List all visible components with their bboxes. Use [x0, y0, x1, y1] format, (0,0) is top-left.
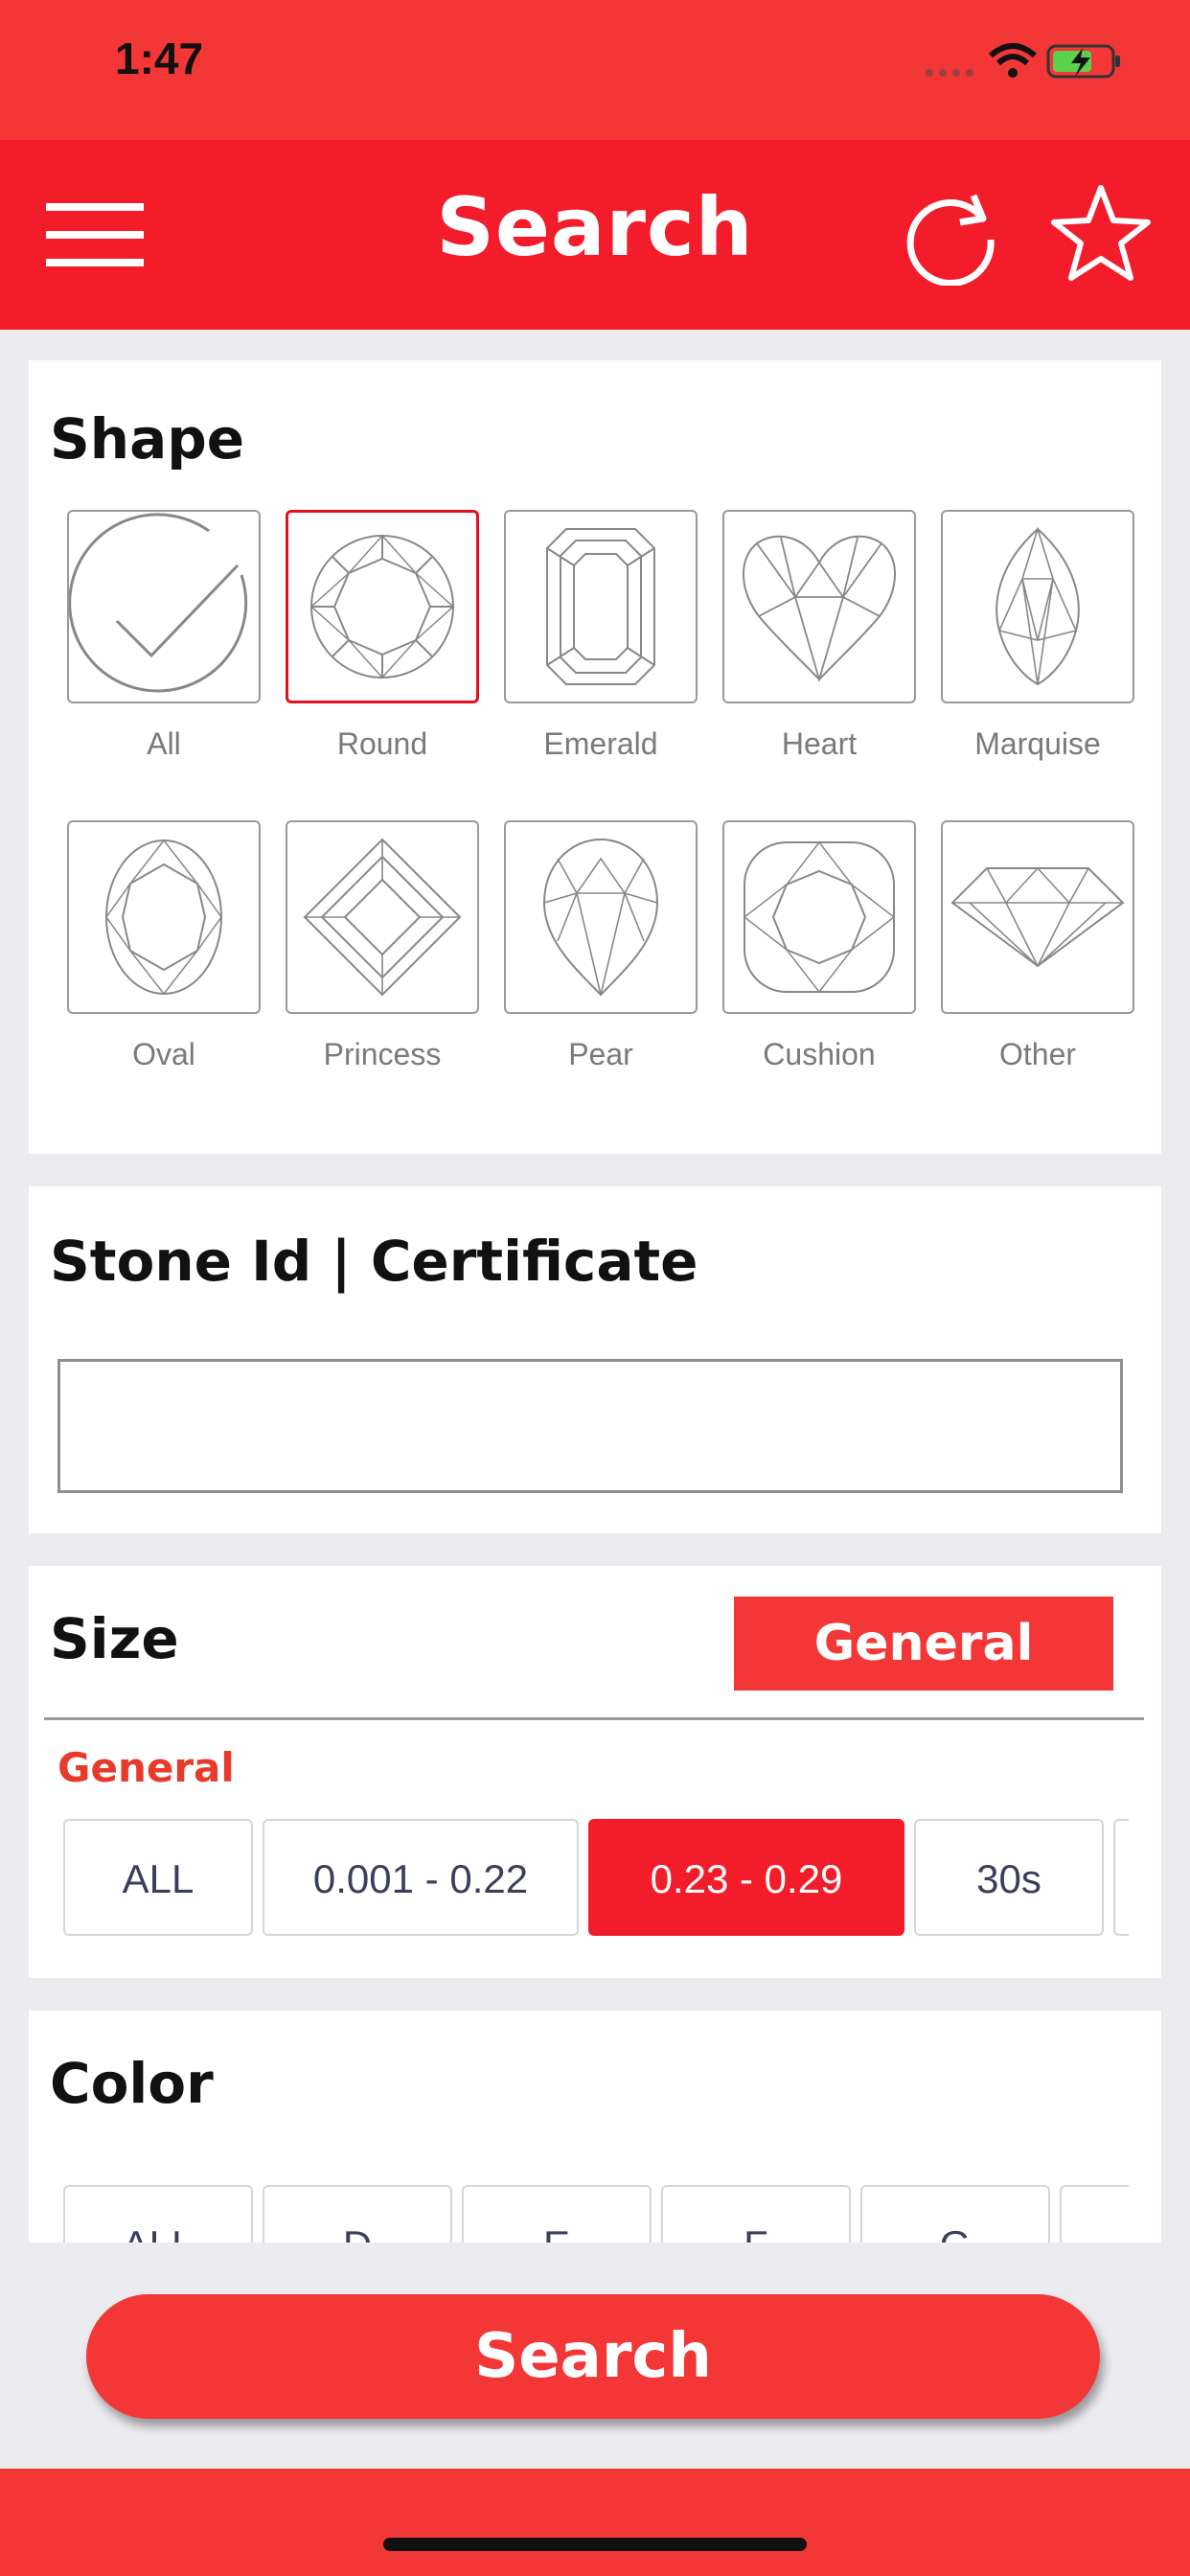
- status-icons: [926, 43, 1120, 79]
- stone-id-title: Stone Id | Certificate: [50, 1229, 698, 1294]
- wifi-icon: [989, 43, 1037, 78]
- shape-heart[interactable]: Heart: [722, 510, 916, 761]
- shape-oval[interactable]: Oval: [67, 820, 261, 1071]
- shape-pear[interactable]: Pear: [504, 820, 698, 1071]
- shape-label: Round: [336, 726, 428, 761]
- shape-emerald[interactable]: Emerald: [504, 510, 698, 761]
- shape-label: Emerald: [543, 726, 658, 761]
- other-diamond-icon: [950, 866, 1125, 968]
- size-chip-023-029[interactable]: 0.23 - 0.29: [588, 1819, 904, 1936]
- heart-diamond-icon: [743, 535, 896, 683]
- bottom-bar: [0, 2469, 1190, 2576]
- shape-box[interactable]: [67, 510, 261, 703]
- battery-charging-icon: [1046, 44, 1120, 79]
- refresh-icon[interactable]: [904, 186, 1000, 286]
- status-time: 1:47: [115, 34, 204, 83]
- shape-box[interactable]: [722, 820, 916, 1014]
- shape-label: Oval: [132, 1037, 195, 1071]
- shape-cushion[interactable]: Cushion: [722, 820, 916, 1071]
- shape-box[interactable]: [722, 510, 916, 703]
- oval-diamond-icon: [105, 839, 222, 996]
- nav-bar: Search: [0, 140, 1190, 330]
- shape-box[interactable]: [67, 820, 261, 1014]
- shape-box[interactable]: [286, 820, 479, 1014]
- status-bar: 1:47: [0, 0, 1190, 140]
- shape-label: Princess: [323, 1037, 442, 1071]
- shape-box[interactable]: [504, 510, 698, 703]
- checkmark-circle-icon: [69, 513, 248, 693]
- shape-label: Other: [998, 1037, 1077, 1071]
- shape-label: Pear: [568, 1037, 633, 1071]
- bottom-action-area: Search: [0, 2242, 1190, 2469]
- size-type-button[interactable]: General: [734, 1597, 1113, 1690]
- divider: [44, 1717, 1144, 1720]
- cellular-signal-icon: [926, 69, 973, 77]
- size-chip-30s[interactable]: 30s: [914, 1819, 1104, 1936]
- size-chip-row[interactable]: ALL 0.001 - 0.22 0.23 - 0.29 30s: [63, 1819, 1129, 1940]
- shape-box[interactable]: [941, 510, 1134, 703]
- color-section-title: Color: [50, 2051, 214, 2116]
- shape-princess[interactable]: Princess: [286, 820, 479, 1071]
- star-icon[interactable]: [1050, 184, 1152, 284]
- shape-label: Marquise: [974, 726, 1101, 761]
- stone-id-input[interactable]: [57, 1359, 1123, 1493]
- size-card: Size General General ALL 0.001 - 0.22 0.…: [29, 1566, 1161, 1978]
- shape-card: Shape All Round Emerald Heart Marquise O…: [29, 360, 1161, 1154]
- shape-round[interactable]: Round: [286, 510, 479, 761]
- shape-box[interactable]: [504, 820, 698, 1014]
- size-chip-all[interactable]: ALL: [63, 1819, 253, 1936]
- size-chip-0001-022[interactable]: 0.001 - 0.22: [263, 1819, 579, 1936]
- size-section-title: Size: [50, 1606, 179, 1671]
- home-indicator[interactable]: [383, 2538, 807, 2551]
- shape-label: Cushion: [763, 1037, 876, 1071]
- cushion-diamond-icon: [743, 840, 896, 994]
- shape-marquise[interactable]: Marquise: [941, 510, 1134, 761]
- pear-diamond-icon: [542, 838, 659, 997]
- round-diamond-icon: [309, 534, 455, 679]
- stone-id-card: Stone Id | Certificate: [29, 1186, 1161, 1533]
- shape-label: Heart: [781, 726, 858, 761]
- search-button[interactable]: Search: [86, 2294, 1100, 2419]
- shape-box[interactable]: [941, 820, 1134, 1014]
- princess-diamond-icon: [303, 838, 462, 997]
- shape-label: All: [147, 726, 181, 761]
- shape-all[interactable]: All: [67, 510, 261, 761]
- page-title: Search: [436, 180, 754, 274]
- marquise-diamond-icon: [995, 526, 1080, 686]
- shape-section-title: Shape: [50, 406, 245, 472]
- size-chip-next[interactable]: [1113, 1819, 1129, 1936]
- shape-other[interactable]: Other: [941, 820, 1134, 1071]
- emerald-diamond-icon: [546, 528, 655, 685]
- size-subheading: General: [57, 1744, 235, 1791]
- shape-box[interactable]: [286, 510, 479, 703]
